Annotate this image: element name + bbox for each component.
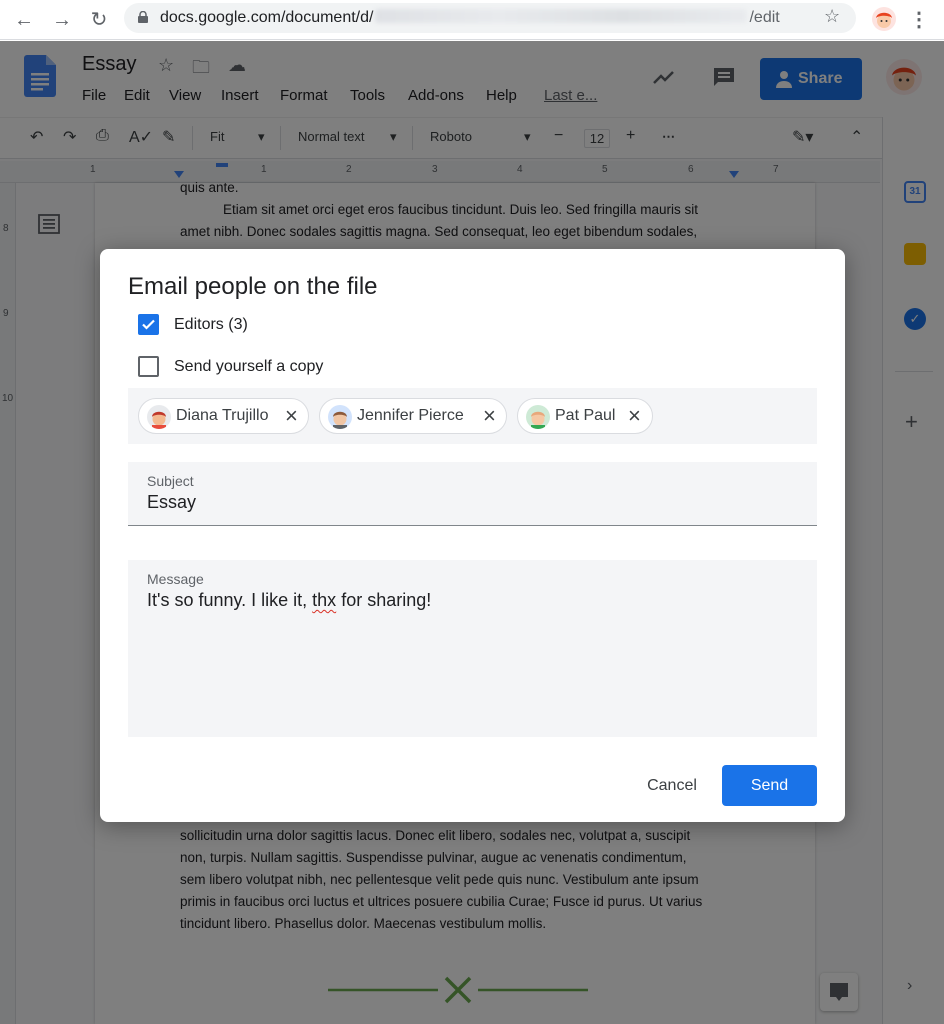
recipient-chip: Diana Trujillo ×: [138, 398, 309, 434]
editors-label[interactable]: Editors (3): [174, 316, 248, 334]
editors-checkbox[interactable]: [138, 314, 159, 335]
message-field[interactable]: Message It's so funny. I like it, thx fo…: [128, 560, 817, 737]
send-copy-checkbox[interactable]: [138, 356, 159, 377]
send-copy-label[interactable]: Send yourself a copy: [174, 358, 323, 376]
recipient-chip: Pat Paul ×: [517, 398, 653, 434]
recipients-field[interactable]: Diana Trujillo × Jennifer Pierce × Pat P…: [128, 388, 817, 444]
message-label: Message: [147, 571, 204, 587]
profile-avatar[interactable]: [872, 7, 896, 31]
email-collaborators-dialog: Email people on the file Editors (3) Sen…: [100, 249, 845, 822]
url-text: docs.google.com/document/d/ /edit: [160, 8, 780, 28]
forward-icon[interactable]: →: [50, 8, 74, 32]
recipient-name: Jennifer Pierce: [357, 407, 464, 424]
avatar: [147, 405, 171, 429]
message-text: for sharing!: [336, 590, 432, 610]
star-icon[interactable]: ☆: [824, 6, 840, 27]
recipient-chip: Jennifer Pierce ×: [319, 398, 507, 434]
avatar: [526, 405, 550, 429]
message-value: It's so funny. I like it, thx for sharin…: [147, 590, 431, 611]
blurred-doc-id: [375, 9, 748, 23]
misspelled-word[interactable]: thx: [312, 590, 336, 610]
message-text: It's so funny. I like it,: [147, 590, 313, 610]
checkmark-icon: [142, 319, 155, 330]
subject-value: Essay: [147, 492, 197, 512]
send-button[interactable]: Send: [722, 765, 817, 806]
vertical-dots-icon[interactable]: ⋮: [907, 8, 931, 32]
avatar: [328, 405, 352, 429]
subject-label: Subject: [147, 473, 194, 489]
back-icon[interactable]: ←: [12, 8, 36, 32]
remove-recipient-icon[interactable]: ×: [628, 403, 641, 429]
reload-icon[interactable]: ↻: [87, 8, 111, 32]
remove-recipient-icon[interactable]: ×: [483, 403, 496, 429]
subject-field[interactable]: Subject Essay: [128, 462, 817, 526]
cancel-button[interactable]: Cancel: [640, 766, 704, 806]
url-suffix: /edit: [749, 9, 780, 26]
lock-icon: [138, 11, 148, 23]
browser-toolbar: ← → ↻ docs.google.com/document/d/ /edit ☆…: [0, 0, 944, 40]
dialog-title: Email people on the file: [128, 273, 378, 300]
recipient-name: Pat Paul: [555, 407, 616, 424]
recipient-name: Diana Trujillo: [176, 407, 269, 424]
url-prefix: docs.google.com/document/d/: [160, 9, 374, 26]
address-bar[interactable]: docs.google.com/document/d/ /edit ☆: [124, 3, 856, 33]
remove-recipient-icon[interactable]: ×: [285, 403, 298, 429]
